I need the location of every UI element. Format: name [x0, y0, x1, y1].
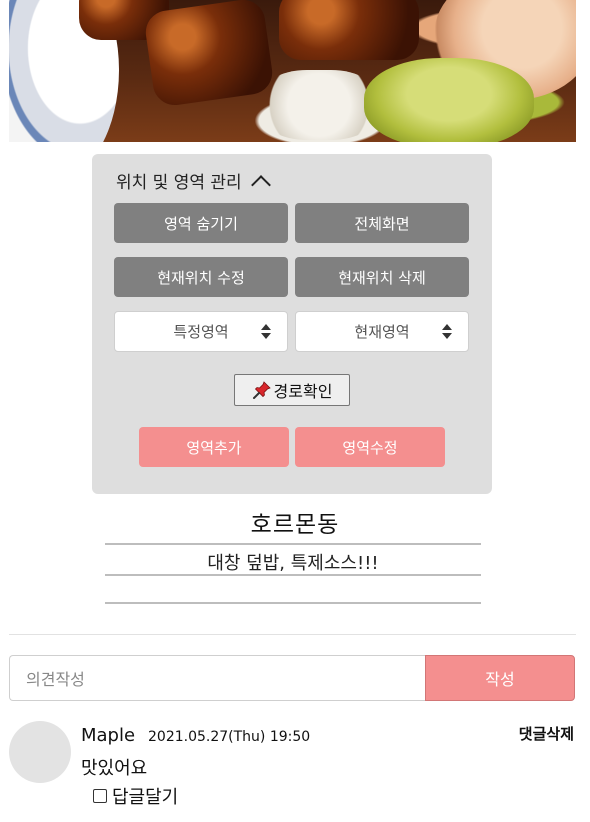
divider [105, 602, 481, 604]
place-description: 대창 덮밥, 특제소스!!! [207, 553, 379, 574]
food-photo [9, 0, 576, 142]
edit-location-button[interactable]: 현재위치 수정 [114, 257, 288, 297]
location-area-panel: 위치 및 영역 관리 영역 숨기기 전체화면 현재위치 수정 현재위치 삭제 특… [92, 154, 492, 494]
specific-area-select[interactable]: 특정영역 [114, 311, 288, 352]
comment-date: 2021.05.27(Thu) 19:50 [148, 729, 311, 745]
edit-area-button[interactable]: 영역수정 [295, 427, 445, 467]
comment-author: Maple [81, 725, 136, 746]
select-arrows-icon [261, 324, 271, 340]
hide-area-button[interactable]: 영역 숨기기 [114, 203, 288, 243]
panel-header[interactable]: 위치 및 영역 관리 [116, 168, 271, 195]
reply-label: 답글달기 [112, 787, 179, 808]
section-divider [9, 634, 576, 635]
comment-input[interactable]: 의견작성 [9, 655, 427, 701]
place-name: 호르몬동 [250, 512, 340, 538]
delete-comment-button[interactable]: 댓글삭제 [519, 723, 574, 744]
chevron-up-icon[interactable] [250, 174, 271, 195]
select-arrows-icon [442, 324, 452, 340]
pushpin-icon [252, 381, 271, 399]
add-area-button[interactable]: 영역추가 [139, 427, 289, 467]
specific-area-select-value: 특정영역 [173, 323, 229, 341]
reply-checkbox[interactable] [93, 789, 107, 803]
divider [105, 543, 481, 545]
reply-toggle[interactable]: 답글달기 [93, 783, 178, 809]
current-area-select-value: 현재영역 [354, 323, 410, 341]
panel-title: 위치 및 영역 관리 [116, 173, 242, 193]
comment-text: 맛있어요 [81, 758, 148, 779]
avatar [9, 721, 71, 783]
comment-input-placeholder: 의견작성 [26, 670, 85, 689]
check-route-button[interactable]: 경로확인 [234, 374, 350, 406]
delete-location-button[interactable]: 현재위치 삭제 [295, 257, 469, 297]
current-area-select[interactable]: 현재영역 [295, 311, 469, 352]
divider [105, 574, 481, 576]
submit-comment-button[interactable]: 작성 [425, 655, 575, 701]
check-route-label: 경로확인 [273, 382, 333, 401]
fullscreen-button[interactable]: 전체화면 [295, 203, 469, 243]
